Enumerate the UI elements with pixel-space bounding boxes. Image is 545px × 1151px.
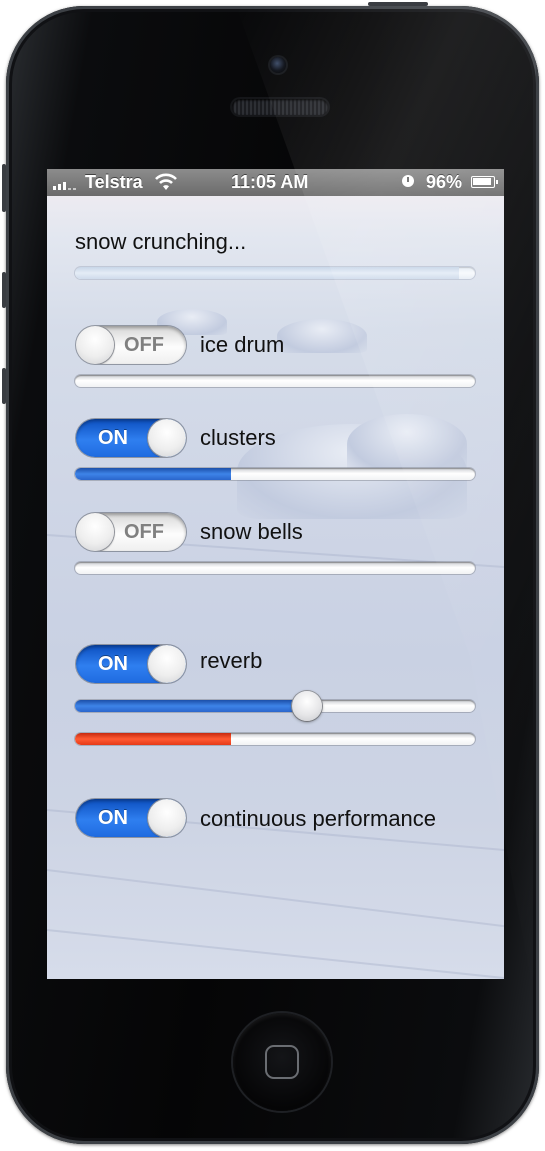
toggle-state-text: ON <box>98 807 128 829</box>
toggle-knob <box>148 645 186 683</box>
earpiece-speaker <box>232 99 328 115</box>
clusters-toggle[interactable]: ON <box>76 419 186 457</box>
home-button[interactable] <box>233 1013 331 1111</box>
toggle-knob <box>76 326 114 364</box>
snow-track-decoration <box>47 929 504 979</box>
snow-track-decoration <box>47 869 504 929</box>
status-time: 11:05 AM <box>231 172 309 192</box>
continuous-performance-toggle[interactable]: ON <box>76 799 186 837</box>
playback-progress-bar <box>75 267 475 279</box>
reverb-slider-thumb[interactable] <box>292 691 322 721</box>
ice-drum-level-bar <box>75 375 475 387</box>
toggle-knob <box>76 513 114 551</box>
clusters-label: clusters <box>200 425 276 450</box>
toggle-knob <box>148 799 186 837</box>
toggle-state-text: ON <box>98 653 128 675</box>
snow-bells-toggle[interactable]: OFF <box>76 513 186 551</box>
volume-up-button <box>2 272 6 308</box>
volume-down-button <box>2 368 6 404</box>
battery-percent: 96% <box>426 172 463 192</box>
ice-drum-label: ice drum <box>200 332 285 357</box>
home-square-icon <box>265 1045 299 1079</box>
carrier-name: Telstra <box>85 172 143 192</box>
snow-mound-decoration <box>347 414 467 474</box>
signal-bars-icon <box>53 176 83 190</box>
clusters-level-fill <box>75 468 231 480</box>
wifi-icon <box>155 173 177 190</box>
continuous-performance-label: continuous performance <box>200 806 437 831</box>
playback-progress-fill <box>75 267 459 279</box>
toggle-knob <box>148 419 186 457</box>
snow-bells-level-bar <box>75 562 475 574</box>
toggle-state-text: OFF <box>124 521 164 543</box>
reverb-slider-fill <box>75 700 307 712</box>
clusters-level-bar <box>75 468 475 480</box>
status-bar: Telstra 11:05 AM 96% <box>47 169 504 196</box>
reverb-level-meter <box>75 733 475 745</box>
reverb-toggle[interactable]: ON <box>76 645 186 683</box>
toggle-state-text: ON <box>98 427 128 449</box>
reverb-level-fill <box>75 733 231 745</box>
playback-title: snow crunching... <box>75 229 247 254</box>
reverb-label: reverb <box>200 648 263 673</box>
power-button <box>368 2 428 6</box>
reverb-slider[interactable] <box>75 691 475 721</box>
snow-bells-label: snow bells <box>200 519 303 544</box>
front-camera-icon <box>270 57 286 73</box>
mute-switch <box>2 164 6 212</box>
battery-icon <box>471 176 498 188</box>
snow-mound-decoration <box>277 319 367 353</box>
ice-drum-toggle[interactable]: OFF <box>76 326 186 364</box>
toggle-state-text: OFF <box>124 334 164 356</box>
app-screen: Telstra 11:05 AM 96% snow crunching... O… <box>47 169 504 979</box>
alarm-clock-icon <box>402 175 414 187</box>
